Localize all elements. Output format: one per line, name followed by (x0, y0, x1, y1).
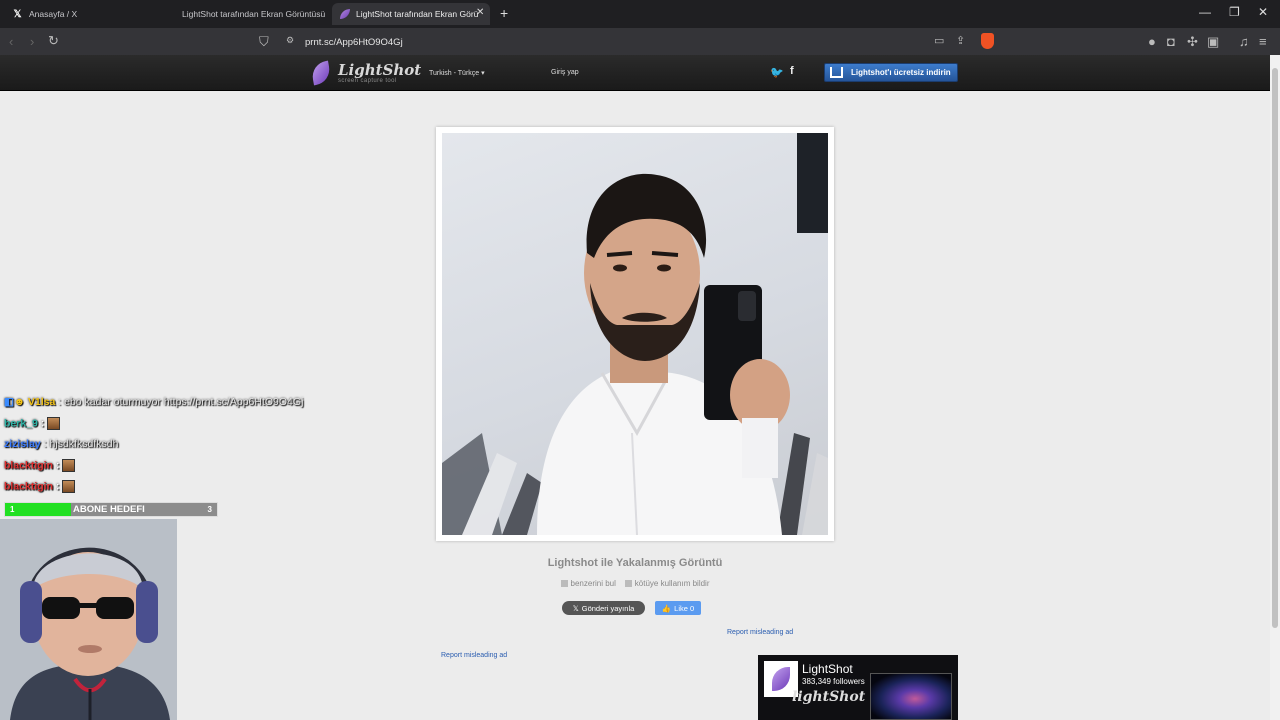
sidebar-icon[interactable]: ▣ (1207, 34, 1219, 50)
chat-message: berk_9 : (4, 417, 61, 430)
share-icon[interactable]: ⇪ (956, 34, 965, 47)
url-text[interactable]: prnt.sc/App6HtO9O4Gj (305, 37, 403, 48)
lightshot-tagline: screen capture tool (338, 78, 397, 84)
chat-user: blacktigin (4, 480, 54, 493)
tab-label: Anasayfa / X (29, 9, 78, 19)
brave-shield-icon[interactable] (981, 33, 994, 49)
emote-icon (62, 480, 76, 493)
lightshot-icon (340, 9, 350, 19)
lightshot-header: LightShot screen capture tool Turkish - … (0, 55, 1270, 91)
download-button[interactable]: Lightshot'ı ücretsiz indirin (824, 63, 958, 82)
chat-message: blacktigin : (4, 459, 76, 472)
galaxy-cover-image (870, 673, 952, 720)
chat-text: : (55, 459, 60, 472)
maximize-icon[interactable]: ❐ (1229, 5, 1240, 19)
tab-lightshot-active[interactable]: LightShot tarafından Ekran Görü (332, 3, 490, 25)
chat-user: V1lsa (27, 396, 56, 408)
chat-text: : (40, 417, 45, 430)
goal-label: ABONE HEDEFI (73, 504, 145, 515)
chat-message: zizislay : hjsdkfksdfksdh (4, 438, 118, 450)
site-info-icon[interactable]: ⚙ (286, 35, 294, 46)
webcam-feed (0, 519, 177, 720)
browser-toolbar: ‹ › ↻ ⛉ ⚙ prnt.sc/App6HtO9O4Gj ▭ ⇪ ● ◘ ✣… (0, 28, 1280, 55)
cast-icon[interactable]: ▭ (934, 34, 944, 47)
back-icon[interactable]: ‹ (9, 34, 13, 49)
tweet-button[interactable]: 𝕏 Gönderi yayınla (562, 601, 645, 615)
chat-user: zizislay (4, 438, 41, 450)
lightshot-logo-icon[interactable] (310, 60, 332, 86)
streamer-webcam (0, 519, 177, 720)
tab-label: LightShot tarafından Ekran Görüntüsü (182, 9, 326, 19)
new-tab-button[interactable]: + (500, 5, 508, 21)
login-link[interactable]: Giriş yap (551, 69, 579, 76)
tab-x-home[interactable]: 𝕏 Anasayfa / X (4, 3, 164, 25)
minimize-icon[interactable]: — (1199, 5, 1211, 19)
tab-lightshot-1[interactable]: LightShot tarafından Ekran Görüntüsü (168, 3, 326, 25)
fb-page-name[interactable]: LightShot (802, 662, 853, 676)
chat-text: : hjsdkfksdfksdh (43, 438, 119, 450)
puzzle-icon[interactable]: ✣ (1187, 34, 1198, 50)
facebook-page-widget[interactable]: LightShot 383,349 followers lightShot (758, 655, 958, 720)
facebook-icon[interactable]: f (790, 65, 794, 77)
report-ad-link-right[interactable]: Report misleading ad (727, 629, 793, 636)
x-icon: 𝕏 (13, 8, 22, 20)
emote-icon (47, 417, 61, 430)
tab-label: LightShot tarafından Ekran Görü (356, 9, 479, 19)
fb-brand-text: lightShot (792, 689, 866, 705)
forward-icon[interactable]: › (30, 34, 34, 49)
chat-text: : ebo kadar oturmuyor https://prnt.sc/Ap… (58, 396, 304, 408)
search-icon (560, 580, 568, 588)
emoji-icon: ☻ (13, 396, 25, 408)
extension-icon[interactable]: ● (1148, 34, 1156, 49)
screenshot-image[interactable] (442, 133, 828, 535)
close-window-icon[interactable]: ✕ (1258, 5, 1268, 19)
goal-target: 3 (207, 505, 212, 514)
language-select[interactable]: Turkish - Türkçe ▾ (429, 69, 485, 77)
image-caption: Lightshot ile Yakalanmış Görüntü (547, 557, 723, 569)
download-icon (830, 67, 843, 78)
report-abuse-link[interactable]: kötüye kullanım bildir (635, 579, 710, 588)
browser-tab-bar: 𝕏 Anasayfa / X LightShot tarafından Ekra… (0, 0, 1280, 28)
lightshot-logo[interactable]: LightShot (338, 61, 421, 79)
chat-message: blacktigin : (4, 480, 76, 493)
selfie-photo (442, 133, 828, 535)
media-icon[interactable]: ♫ (1239, 34, 1249, 49)
goal-progress-fill (5, 503, 71, 516)
chat-user: blacktigin (4, 459, 54, 472)
reload-icon[interactable]: ↻ (48, 33, 59, 49)
goal-current: 1 (10, 505, 15, 514)
bookmark-icon[interactable]: ⛉ (259, 34, 269, 50)
emote-icon (62, 459, 76, 472)
fb-followers: 383,349 followers (802, 677, 865, 686)
scrollbar-thumb[interactable] (1272, 68, 1278, 628)
menu-icon[interactable]: ≡ (1259, 34, 1267, 49)
wallet-icon[interactable]: ◘ (1167, 34, 1175, 49)
report-ad-link-left[interactable]: Report misleading ad (441, 652, 507, 659)
facebook-like-button[interactable]: 👍 Like 0 (655, 601, 701, 615)
twitch-badge-icon: ◧ (4, 396, 14, 408)
thumbs-up-icon: 👍 (661, 603, 672, 613)
image-links: benzerini bul kötüye kullanım bildir (436, 579, 834, 588)
x-icon: 𝕏 (572, 603, 579, 613)
chat-text: : (55, 480, 60, 493)
subscriber-goal-bar: 1 ABONE HEDEFI 3 (4, 502, 218, 517)
chat-message: ◧☻ V1lsa : ebo kadar oturmuyor https://p… (4, 396, 303, 408)
chat-user: berk_9 (4, 417, 38, 430)
flag-icon (624, 580, 632, 588)
find-similar-link[interactable]: benzerini bul (571, 579, 616, 588)
close-tab-icon[interactable]: ✕ (476, 7, 484, 18)
twitter-icon[interactable]: 🐦 (770, 66, 784, 79)
